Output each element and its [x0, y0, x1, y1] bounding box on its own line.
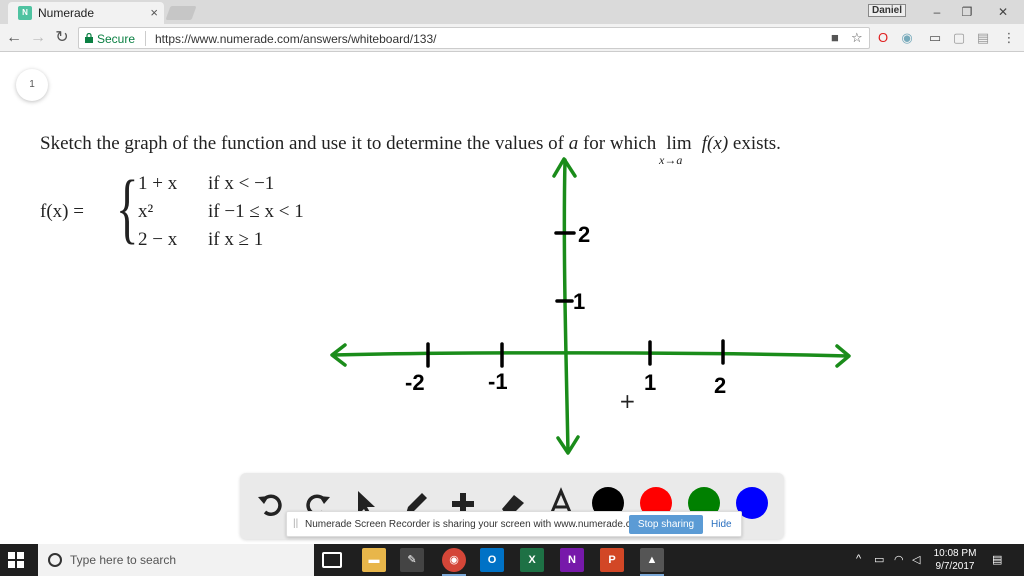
opera-extension-icon[interactable]: O — [874, 29, 892, 47]
problem-fx: f(x) — [701, 133, 729, 154]
piece-condition: if x < −1 — [208, 173, 275, 194]
tab-close-icon[interactable]: × — [150, 5, 158, 20]
file-explorer-icon[interactable]: ▬ — [362, 548, 386, 572]
minimize-icon[interactable]: – — [922, 2, 952, 22]
stop-sharing-button[interactable]: Stop sharing — [629, 515, 703, 534]
task-view-icon[interactable] — [322, 552, 342, 568]
maximize-icon[interactable]: ❐ — [952, 2, 982, 22]
new-tab-button[interactable] — [165, 6, 197, 20]
whiteboard-canvas[interactable]: 1 Sketch the graph of the function and u… — [0, 53, 1024, 544]
chrome-icon[interactable]: ◉ — [442, 548, 466, 576]
browser-tab[interactable]: N Numerade × — [8, 2, 164, 24]
undo-icon[interactable] — [254, 487, 288, 521]
volume-icon[interactable]: ◁ — [912, 553, 920, 566]
excel-icon[interactable]: X — [520, 548, 544, 572]
piece-expr: x² — [138, 201, 154, 222]
screen-share-bar: || Numerade Screen Recorder is sharing y… — [286, 511, 742, 537]
y-tick-label: 1 — [573, 289, 585, 314]
close-window-icon[interactable]: ✕ — [988, 2, 1018, 22]
camera-icon[interactable]: ■ — [831, 30, 839, 45]
extension-3-icon[interactable]: ▤ — [974, 29, 992, 47]
secure-label: Secure — [97, 32, 136, 46]
address-separator — [145, 31, 146, 46]
limit-notation: lim x→a — [659, 133, 697, 167]
bookmark-star-icon[interactable]: ☆ — [851, 30, 863, 46]
drag-handle-icon[interactable]: || — [293, 518, 298, 529]
notifications-icon[interactable]: ▤ — [992, 553, 1002, 566]
x-tick-label: 2 — [714, 373, 726, 398]
tray-expand-icon[interactable]: ^ — [856, 553, 861, 565]
address-bar[interactable]: Secure https://www.numerade.com/answers/… — [78, 27, 870, 49]
piece-expr: 1 + x — [138, 173, 178, 194]
x-tick-label: -1 — [488, 369, 508, 394]
clock-time: 10:08 PM — [933, 548, 977, 559]
piecewise-lhs: f(x) = — [40, 201, 84, 222]
forward-icon[interactable]: → — [28, 28, 48, 48]
extension-2-icon[interactable]: ▢ — [950, 29, 968, 47]
powerpoint-icon[interactable]: P — [600, 548, 624, 572]
browser-title-bar: N Numerade × Daniel – ❐ ✕ — [0, 0, 1024, 24]
x-tick-label: 1 — [644, 370, 656, 395]
numerade-favicon-icon: N — [18, 6, 32, 20]
x-axis — [331, 351, 850, 358]
handdrawn-axes: -2 -1 1 2 1 2 + — [330, 157, 851, 455]
hide-button[interactable]: Hide — [711, 519, 732, 530]
piece-condition: if x ≥ 1 — [208, 229, 264, 250]
cast-icon[interactable]: ▭ — [926, 29, 944, 47]
tab-title: Numerade — [38, 6, 95, 20]
crosshair-cursor: + — [619, 389, 636, 413]
piece-condition: if −1 ≤ x < 1 — [208, 201, 304, 222]
piece-expr: 2 − x — [138, 229, 178, 250]
y-tick-label: 2 — [578, 222, 590, 247]
browser-toolbar: ← → ↻ Secure https://www.numerade.com/an… — [0, 24, 1024, 52]
lock-icon — [85, 33, 93, 43]
taskbar-clock[interactable]: 10:08 PM 9/7/2017 — [928, 547, 982, 573]
windows-taskbar: Type here to search ▬ ✎ ◉ O X N P ▲ ^ ▭ … — [0, 544, 1024, 576]
search-placeholder: Type here to search — [70, 553, 177, 567]
profile-button[interactable]: Daniel — [868, 4, 907, 17]
limit-word: lim — [666, 133, 692, 154]
problem-text-mid: for which — [578, 133, 662, 154]
reload-icon[interactable]: ↻ — [52, 28, 72, 48]
back-icon[interactable]: ← — [4, 28, 24, 48]
url-text[interactable]: https://www.numerade.com/answers/whitebo… — [155, 32, 436, 46]
cortana-icon — [48, 553, 62, 567]
page-number-badge[interactable]: 1 — [16, 69, 48, 101]
taskbar-search[interactable]: Type here to search — [38, 544, 314, 576]
onenote-icon[interactable]: N — [560, 548, 584, 572]
extension-icon[interactable]: ◉ — [898, 29, 916, 47]
y-axis — [562, 158, 570, 454]
photos-icon[interactable]: ▲ — [640, 548, 664, 576]
clock-date: 9/7/2017 — [935, 561, 975, 572]
x-tick-label: -2 — [405, 370, 425, 395]
windows-start-icon[interactable] — [8, 552, 24, 568]
outlook-icon[interactable]: O — [480, 548, 504, 572]
paint-icon[interactable]: ✎ — [400, 548, 424, 572]
problem-statement: Sketch the graph of the function and use… — [40, 133, 781, 167]
wifi-icon[interactable]: ◠ — [894, 553, 904, 566]
battery-icon[interactable]: ▭ — [874, 553, 884, 566]
problem-text-before: Sketch the graph of the function and use… — [40, 133, 569, 154]
left-brace: { — [116, 164, 139, 251]
menu-icon[interactable]: ⋮ — [1000, 29, 1018, 47]
share-message: Numerade Screen Recorder is sharing your… — [305, 519, 648, 530]
problem-text-after: exists. — [728, 133, 781, 154]
problem-var-a: a — [568, 133, 579, 154]
